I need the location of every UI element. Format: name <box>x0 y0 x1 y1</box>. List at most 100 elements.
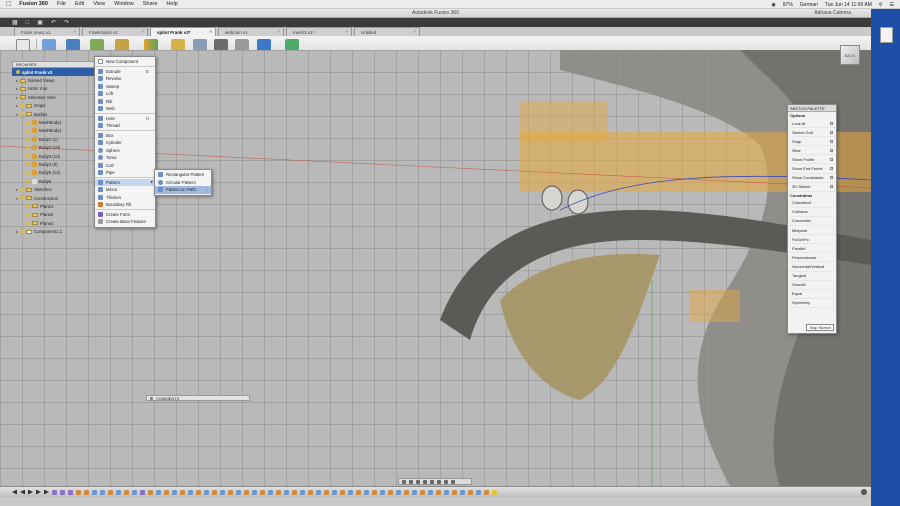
visibility-icon[interactable] <box>20 196 24 201</box>
visibility-icon[interactable] <box>26 212 30 217</box>
menu-window[interactable]: Window <box>114 1 134 7</box>
undo-icon[interactable]: ↶ <box>51 19 56 26</box>
timeline-feature[interactable] <box>300 489 305 495</box>
timeline-feature[interactable] <box>452 489 457 495</box>
visibility-icon[interactable] <box>26 154 30 159</box>
timeline-feature[interactable] <box>460 489 465 495</box>
fit-icon[interactable] <box>430 480 434 484</box>
menu-item-box[interactable]: Box <box>95 132 155 140</box>
tree-item[interactable]: ▸ Sketches <box>12 185 98 193</box>
close-icon[interactable]: × <box>209 29 212 34</box>
timeline-feature[interactable] <box>348 489 353 495</box>
tree-item[interactable]: ▸ Origin <box>12 102 98 110</box>
timeline-feature[interactable] <box>396 489 401 495</box>
close-icon[interactable]: × <box>277 29 280 34</box>
app-menu[interactable]: Fusion 360 <box>19 1 48 7</box>
timeline-feature[interactable] <box>156 489 161 495</box>
timeline-feature[interactable] <box>316 489 321 495</box>
battery-status[interactable]: 97% <box>783 2 793 8</box>
display-settings-icon[interactable] <box>437 480 441 484</box>
constraint-parallel[interactable]: Parallel <box>788 244 836 254</box>
timeline-feature[interactable] <box>268 489 273 495</box>
step-back-icon[interactable] <box>20 490 25 495</box>
menu-item-new-component[interactable]: New Component <box>95 58 155 66</box>
timeline-feature[interactable] <box>132 489 137 495</box>
menu-item-sphere[interactable]: Sphere <box>95 147 155 155</box>
palette-section-constraints[interactable]: Constraints <box>788 192 836 199</box>
tree-item[interactable]: ▾ Construction <box>12 194 98 202</box>
constraint-concentric[interactable]: Concentric <box>788 217 836 227</box>
checkbox[interactable] <box>830 157 833 161</box>
timeline-feature[interactable] <box>52 489 57 495</box>
timeline-feature[interactable] <box>412 489 417 495</box>
menu-item-hole[interactable]: Hole H <box>95 115 155 123</box>
close-icon[interactable]: × <box>413 29 416 34</box>
viewports-icon[interactable] <box>451 480 455 484</box>
visibility-icon[interactable] <box>20 187 24 192</box>
menu-item-pipe[interactable]: Pipe <box>95 169 155 177</box>
rewind-icon[interactable] <box>12 490 17 495</box>
checkbox[interactable] <box>830 130 833 134</box>
timeline-feature[interactable] <box>140 489 145 495</box>
menu-item-cylinder[interactable]: Cylinder <box>95 139 155 147</box>
timeline-settings-icon[interactable] <box>861 489 867 495</box>
menu-file[interactable]: File <box>57 1 66 7</box>
look-at-icon[interactable] <box>830 121 833 125</box>
menu-item-create-form[interactable]: Create Form <box>95 211 155 219</box>
menu-help[interactable]: Help <box>166 1 177 7</box>
menu-item-mirror[interactable]: Mirror <box>95 186 155 194</box>
doc-tab[interactable]: Frank new1 v1 × <box>14 27 80 36</box>
viewcube[interactable]: BACK <box>840 45 860 65</box>
menu-edit[interactable]: Edit <box>75 1 84 7</box>
doc-tab[interactable]: FrankSplint v1 × <box>82 27 148 36</box>
stop-sketch-button[interactable]: Stop Sketch <box>806 324 834 331</box>
timeline-feature[interactable] <box>356 489 361 495</box>
checkbox[interactable] <box>830 148 833 152</box>
palette-option-snap[interactable]: Snap <box>788 137 836 147</box>
tree-root[interactable]: ▾ splint Frank v3 <box>12 68 98 77</box>
visibility-icon[interactable] <box>26 179 30 184</box>
timeline-feature[interactable] <box>292 489 297 495</box>
orbit-icon[interactable] <box>402 480 406 484</box>
tree-item[interactable]: Body6 <box>12 177 98 185</box>
visibility-icon[interactable] <box>20 112 24 117</box>
menu-item-pattern[interactable]: Pattern ▸ <box>95 178 155 186</box>
menu-item-circular-pattern[interactable]: Circular Pattern <box>155 179 211 187</box>
timeline-feature[interactable] <box>388 489 393 495</box>
doc-tab[interactable]: Untitled × <box>354 27 420 36</box>
timeline-feature[interactable] <box>76 489 81 495</box>
menu-item-thicken[interactable]: Thicken <box>95 194 155 202</box>
menu-item-sweep[interactable]: Sweep <box>95 83 155 91</box>
constraint-collinear[interactable]: Collinear <box>788 208 836 217</box>
timeline-feature[interactable] <box>484 489 489 495</box>
timeline-feature[interactable] <box>100 489 105 495</box>
timeline-feature[interactable] <box>260 489 265 495</box>
timeline-feature[interactable] <box>436 489 441 495</box>
timeline-feature[interactable] <box>364 489 369 495</box>
play-icon[interactable] <box>28 489 33 495</box>
tree-item[interactable]: ▸ Component1:1 <box>12 227 98 235</box>
timeline-feature[interactable] <box>164 489 169 495</box>
tree-item[interactable]: Plane2 <box>12 211 98 219</box>
tree-item[interactable]: Body5 (12) <box>12 169 98 177</box>
menu-item-loft[interactable]: Loft <box>95 90 155 98</box>
timeline-feature[interactable] <box>84 489 89 495</box>
tree-item[interactable]: ▸ Units: mm <box>12 85 98 93</box>
timeline-feature[interactable] <box>212 489 217 495</box>
menu-item-torus[interactable]: Torus <box>95 154 155 162</box>
timeline-feature[interactable] <box>68 489 73 495</box>
constraint-equal[interactable]: Equal <box>788 290 836 299</box>
tree-item[interactable]: ▸ Selection Sets <box>12 93 98 101</box>
palette-option-show-profile[interactable]: Show Profile <box>788 155 836 165</box>
timeline-feature[interactable] <box>188 489 193 495</box>
file-icon[interactable]: □ <box>26 20 30 26</box>
timeline-feature[interactable] <box>372 489 377 495</box>
constraint-midpoint[interactable]: Midpoint <box>788 226 836 236</box>
palette-option-show-end-points[interactable]: Show End Points <box>788 164 836 174</box>
timeline-feature[interactable] <box>404 489 409 495</box>
checkbox[interactable] <box>830 185 833 189</box>
notifications-icon[interactable]: ☰ <box>890 2 894 8</box>
visibility-icon[interactable] <box>16 70 20 75</box>
timeline-feature[interactable] <box>332 489 337 495</box>
tree-item[interactable]: Body1 (1) <box>12 135 98 143</box>
